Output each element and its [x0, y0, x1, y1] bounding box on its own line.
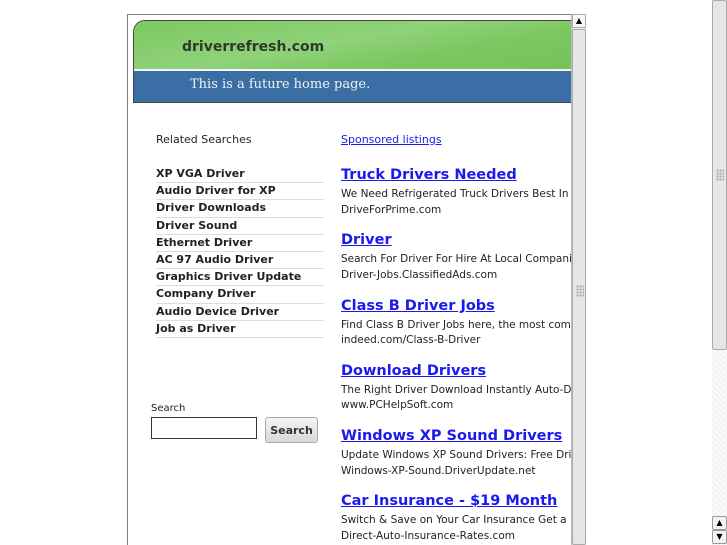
ad-url: Driver-Jobs.ClassifiedAds.com: [341, 268, 498, 281]
ad-url: indeed.com/Class-B-Driver: [341, 334, 481, 347]
site-header: driverrefresh.com This is a future home …: [133, 20, 571, 103]
related-link[interactable]: Audio Device Driver: [156, 304, 324, 321]
related-link[interactable]: Company Driver: [156, 286, 324, 304]
ad-description: Search For Driver For Hire At Local Comp…: [341, 253, 571, 266]
ad-item: Download Drivers The Right Driver Downloa…: [341, 363, 571, 428]
ad-description: The Right Driver Download Instantly Auto…: [341, 383, 571, 396]
ad-item: Driver Search For Driver For Hire At Loca…: [341, 232, 571, 297]
related-link[interactable]: Audio Driver for XP: [156, 183, 324, 201]
ad-title-link[interactable]: Download Drivers: [341, 363, 571, 383]
search-label: Search: [151, 403, 186, 414]
related-link[interactable]: Driver Downloads: [156, 200, 324, 218]
page-scrollbar-thumb[interactable]: [712, 0, 727, 350]
site-name: driverrefresh.com: [182, 39, 325, 55]
ad-url: Windows-XP-Sound.DriverUpdate.net: [341, 464, 536, 477]
related-searches-title: Related Searches: [156, 133, 252, 146]
related-link[interactable]: Ethernet Driver: [156, 235, 324, 252]
search-button[interactable]: Search: [265, 417, 318, 443]
related-searches-list: XP VGA Driver Audio Driver for XP Driver…: [156, 166, 324, 338]
ad-title-link[interactable]: Truck Drivers Needed: [341, 167, 571, 187]
frame-content: driverrefresh.com This is a future home …: [128, 15, 571, 545]
related-link[interactable]: AC 97 Audio Driver: [156, 252, 324, 270]
ad-url: Direct-Auto-Insurance-Rates.com: [341, 529, 515, 542]
related-link[interactable]: XP VGA Driver: [156, 166, 324, 184]
ad-description: Switch & Save on Your Car Insurance Get …: [341, 514, 571, 527]
ad-title-link[interactable]: Class B Driver Jobs: [341, 298, 571, 318]
ad-url: DriveForPrime.com: [341, 203, 442, 216]
ad-description: Find Class B Driver Jobs here, the most …: [341, 318, 571, 331]
ad-description: Update Windows XP Sound Drivers: Free Dr…: [341, 449, 571, 462]
tagline: This is a future home page.: [190, 77, 371, 92]
ad-item: Truck Drivers Needed We Need Refrigerated…: [341, 167, 571, 232]
grip-icon: [576, 285, 584, 297]
frame-scrollbar-thumb[interactable]: [572, 29, 586, 545]
grip-icon: [716, 169, 724, 181]
ad-title-link[interactable]: Windows XP Sound Drivers: [341, 428, 571, 448]
frame-scrollbar[interactable]: ▲: [571, 14, 586, 545]
embedded-frame: driverrefresh.com This is a future home …: [127, 14, 586, 545]
ad-item: Car Insurance - $19 Month Switch & Save o…: [341, 493, 571, 545]
related-link[interactable]: Job as Driver: [156, 321, 324, 338]
scroll-up-arrow-icon[interactable]: ▲: [572, 14, 586, 28]
ad-title-link[interactable]: Car Insurance - $19 Month: [341, 493, 571, 513]
ad-url: www.PCHelpSoft.com: [341, 399, 454, 412]
tagline-bar: This is a future home page.: [134, 71, 571, 102]
ad-item: Class B Driver Jobs Find Class B Driver J…: [341, 298, 571, 363]
header-banner: driverrefresh.com: [134, 21, 571, 71]
search-input[interactable]: [151, 417, 257, 439]
ad-title-link[interactable]: Driver: [341, 232, 571, 252]
scroll-down-arrow-icon[interactable]: ▼: [712, 530, 727, 544]
sponsored-listings-link[interactable]: Sponsored listings: [341, 133, 442, 146]
scroll-up-arrow-icon[interactable]: ▲: [712, 516, 727, 530]
page-scrollbar[interactable]: ▲ ▼: [712, 0, 727, 545]
ad-item: Windows XP Sound Drivers Update Windows X…: [341, 428, 571, 493]
related-link[interactable]: Graphics Driver Update: [156, 269, 324, 287]
ad-description: We Need Refrigerated Truck Drivers Best …: [341, 188, 571, 200]
related-link[interactable]: Driver Sound: [156, 218, 324, 235]
ad-list: Truck Drivers Needed We Need Refrigerated…: [341, 167, 571, 545]
